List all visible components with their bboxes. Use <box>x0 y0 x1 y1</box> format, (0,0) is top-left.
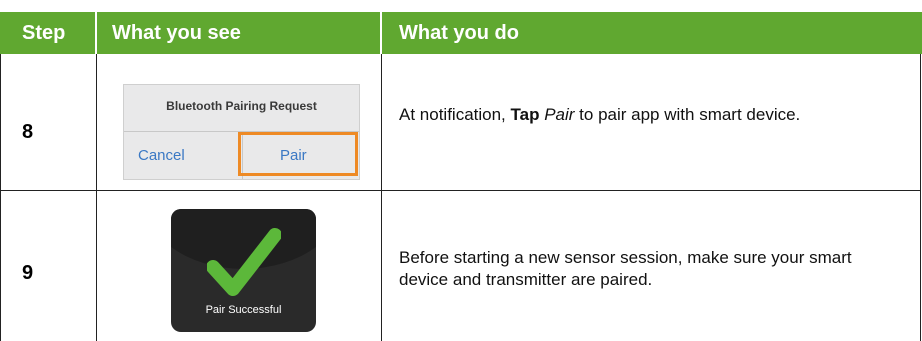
header-separator <box>380 12 382 54</box>
step-number: 8 <box>22 121 34 143</box>
desc-text: to pair app with smart device. <box>574 105 801 124</box>
cancel-button[interactable]: Cancel <box>138 147 185 164</box>
pair-button[interactable]: Pair <box>280 147 307 164</box>
header-step: Step <box>22 22 66 44</box>
header-what-you-do: What you do <box>399 22 519 44</box>
grid-line <box>920 54 921 341</box>
checkmark-icon <box>207 228 281 296</box>
pair-successful-image: Pair Successful <box>171 209 316 332</box>
instruction-table: Step What you see What you do 8 Bluetoot… <box>0 0 922 341</box>
row-divider <box>0 190 921 191</box>
desc-bold: Tap <box>510 105 540 124</box>
table-header: Step What you see What you do <box>0 12 922 54</box>
desc-italic: Pair <box>544 105 575 124</box>
step-description: At notification, Tap Pair to pair app wi… <box>399 104 869 126</box>
step-number: 9 <box>22 262 34 284</box>
step-description: Before starting a new sensor session, ma… <box>399 248 852 289</box>
bluetooth-pairing-dialog: Bluetooth Pairing Request Cancel Pair <box>123 84 360 180</box>
image-caption: Pair Successful <box>205 304 282 316</box>
grid-line <box>381 54 382 341</box>
header-separator <box>95 12 97 54</box>
header-what-you-see: What you see <box>112 22 241 44</box>
desc-text: At notification, <box>399 105 511 124</box>
grid-line <box>0 54 1 341</box>
dialog-title: Bluetooth Pairing Request <box>166 99 317 113</box>
grid-line <box>96 54 97 341</box>
